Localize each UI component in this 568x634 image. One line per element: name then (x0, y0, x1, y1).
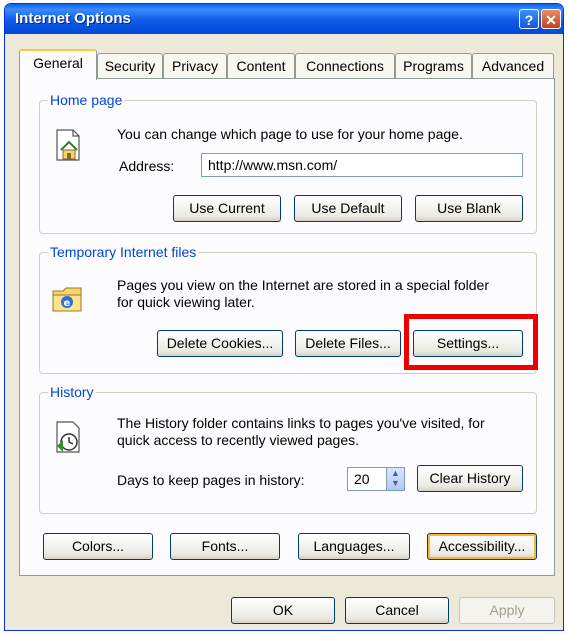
help-button[interactable]: ? (519, 9, 539, 29)
tab-content[interactable]: Content (227, 53, 295, 79)
history-description-1: The History folder contains links to pag… (117, 415, 485, 431)
settings-highlight-box (404, 314, 538, 370)
home-page-icon (56, 129, 80, 161)
internet-options-window: Internet Options ? ✕ General Security Pr… (4, 3, 564, 631)
history-group: History (39, 384, 537, 514)
tab-privacy[interactable]: Privacy (163, 53, 227, 79)
address-label: Address: (119, 158, 175, 174)
home-page-description: You can change which page to use for you… (117, 126, 463, 142)
days-label: Days to keep pages in history: (117, 472, 305, 488)
close-button[interactable]: ✕ (541, 9, 561, 29)
tab-connections[interactable]: Connections (295, 53, 395, 79)
languages-button[interactable]: Languages... (298, 533, 410, 560)
apply-button: Apply (459, 597, 555, 624)
history-legend: History (50, 384, 94, 400)
clear-history-button[interactable]: Clear History (417, 465, 523, 492)
svg-text:e: e (64, 298, 71, 309)
delete-files-button[interactable]: Delete Files... (295, 330, 401, 357)
temp-files-legend: Temporary Internet files (50, 244, 197, 260)
temp-files-folder-icon: e (52, 287, 82, 312)
days-spinner[interactable]: ▲ ▼ (387, 467, 405, 491)
address-input[interactable]: http://www.msn.com/ (201, 153, 523, 177)
temp-files-description-2: for quick viewing later. (117, 294, 255, 310)
colors-button[interactable]: Colors... (43, 533, 153, 560)
use-default-button[interactable]: Use Default (294, 195, 402, 222)
accessibility-button[interactable]: Accessibility... (427, 533, 537, 560)
ok-button[interactable]: OK (231, 597, 335, 624)
tab-advanced[interactable]: Advanced (472, 53, 554, 79)
history-description-2: quick access to recently viewed pages. (117, 432, 360, 448)
window-title: Internet Options (15, 10, 131, 27)
tab-security[interactable]: Security (97, 53, 163, 79)
use-current-button[interactable]: Use Current (173, 195, 281, 222)
title-bar[interactable]: Internet Options ? ✕ (5, 4, 563, 34)
tab-programs[interactable]: Programs (395, 53, 472, 79)
temp-files-description-1: Pages you view on the Internet are store… (117, 277, 489, 293)
fonts-button[interactable]: Fonts... (170, 533, 280, 560)
cancel-button[interactable]: Cancel (345, 597, 449, 624)
delete-cookies-button[interactable]: Delete Cookies... (157, 330, 283, 357)
tab-general[interactable]: General (19, 49, 97, 80)
days-input[interactable]: 20 (347, 467, 387, 491)
use-blank-button[interactable]: Use Blank (415, 195, 523, 222)
home-page-legend: Home page (50, 92, 123, 108)
history-icon (56, 421, 80, 453)
